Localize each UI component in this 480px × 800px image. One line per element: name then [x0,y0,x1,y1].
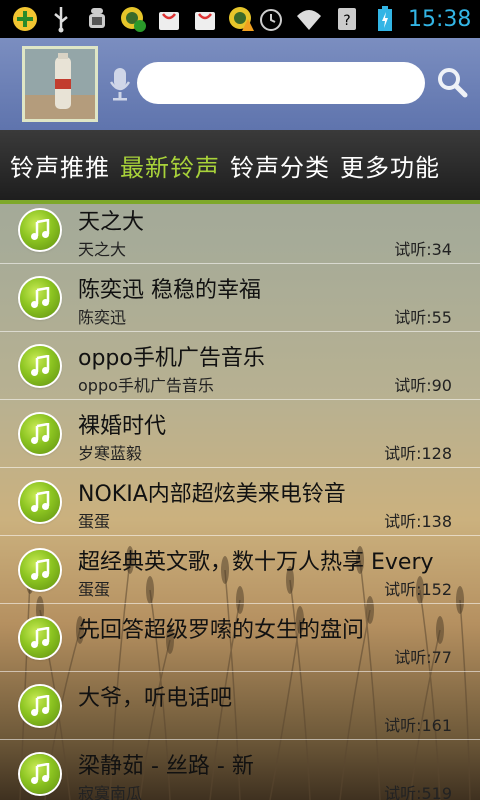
song-title: oppo手机广告音乐 [78,346,265,371]
music-note-icon[interactable] [20,277,60,318]
song-artist: 寂寞南瓜 [78,784,143,800]
search-input[interactable] [137,62,425,104]
search-header [0,38,480,130]
song-title: 先回答超级罗嗦的女生的盘问 [78,618,365,643]
music-note-icon[interactable] [20,753,60,794]
battery-charging-icon [370,4,400,34]
song-artist: 蛋蛋 [78,512,111,531]
song-artist: 蛋蛋 [78,580,111,599]
song-artist: oppo手机广告音乐 [78,376,214,395]
shop-icon-2 [190,4,220,34]
list-item[interactable]: 陈奕迅 稳稳的幸福 陈奕迅 试听:55 [0,264,480,332]
tab-more[interactable]: 更多功能 [335,148,445,183]
tab-recommend[interactable]: 铃声推推 [0,148,115,183]
song-artist: 岁寒蓝毅 [78,444,143,463]
list-item[interactable]: 超经典英文歌，数十万人热享 Every 蛋蛋 试听:152 [0,536,480,604]
list-item[interactable]: 天之大 天之大 试听:34 [0,204,480,264]
music-note-icon[interactable] [20,413,60,454]
list-item[interactable]: 大爷，听电话吧 试听:161 [0,672,480,740]
app-check-icon [118,4,148,34]
listen-count: 试听:90 [394,376,452,395]
wifi-icon [294,4,324,34]
song-title: 天之大 [78,210,145,235]
list-item[interactable]: 裸婚时代 岁寒蓝毅 试听:128 [0,400,480,468]
song-title: 大爷，听电话吧 [78,686,233,711]
song-title: NOKIA内部超炫美来电铃音 [78,482,346,507]
svg-text:?: ? [343,13,350,29]
alarm-icon [256,4,286,34]
avatar[interactable] [22,46,98,122]
list-item[interactable]: NOKIA内部超炫美来电铃音 蛋蛋 试听:138 [0,468,480,536]
shop-icon [154,4,184,34]
listen-count: 试听:128 [384,444,452,463]
music-note-icon[interactable] [20,685,60,726]
add-icon [10,4,40,34]
list-item[interactable]: 梁静茹 - 丝路 - 新 寂寞南瓜 试听:519 [0,740,480,800]
listen-count: 试听:55 [394,308,452,327]
status-bar: ? 15:38 [0,0,480,38]
usb-icon [46,4,76,34]
listen-count: 试听:138 [384,512,452,531]
listen-count: 试听:77 [394,648,452,667]
song-title: 超经典英文歌，数十万人热享 Every [78,550,434,575]
list-item[interactable]: oppo手机广告音乐 oppo手机广告音乐 试听:90 [0,332,480,400]
music-note-icon[interactable] [20,345,60,386]
tab-latest[interactable]: 最新铃声 [115,148,225,183]
music-note-icon[interactable] [20,549,60,590]
song-title: 梁静茹 - 丝路 - 新 [78,754,254,779]
listen-count: 试听:161 [384,716,452,735]
song-title: 陈奕迅 稳稳的幸福 [78,278,261,303]
mic-icon[interactable] [108,66,132,102]
song-artist: 陈奕迅 [78,308,127,327]
tab-categories[interactable]: 铃声分类 [225,148,335,183]
search-icon[interactable] [436,66,468,98]
ringtone-list: 天之大 天之大 试听:34 陈奕迅 稳稳的幸福 陈奕迅 试听:55 oppo手机… [0,204,480,800]
listen-count: 试听:34 [394,240,452,259]
list-item[interactable]: 先回答超级罗嗦的女生的盘问 试听:77 [0,604,480,672]
song-artist: 天之大 [78,240,127,259]
music-note-icon[interactable] [20,481,60,522]
android-icon [82,4,112,34]
listen-count: 试听:152 [384,580,452,599]
music-note-icon[interactable] [20,209,60,250]
listen-count: 试听:519 [384,784,452,800]
clock-time: 15:38 [408,6,472,32]
music-note-icon[interactable] [20,617,60,658]
no-sim-icon: ? [332,4,362,34]
song-title: 裸婚时代 [78,414,167,439]
category-tabs: 铃声推推 最新铃声 铃声分类 更多功能 [0,130,480,204]
app-warning-icon [226,4,256,34]
